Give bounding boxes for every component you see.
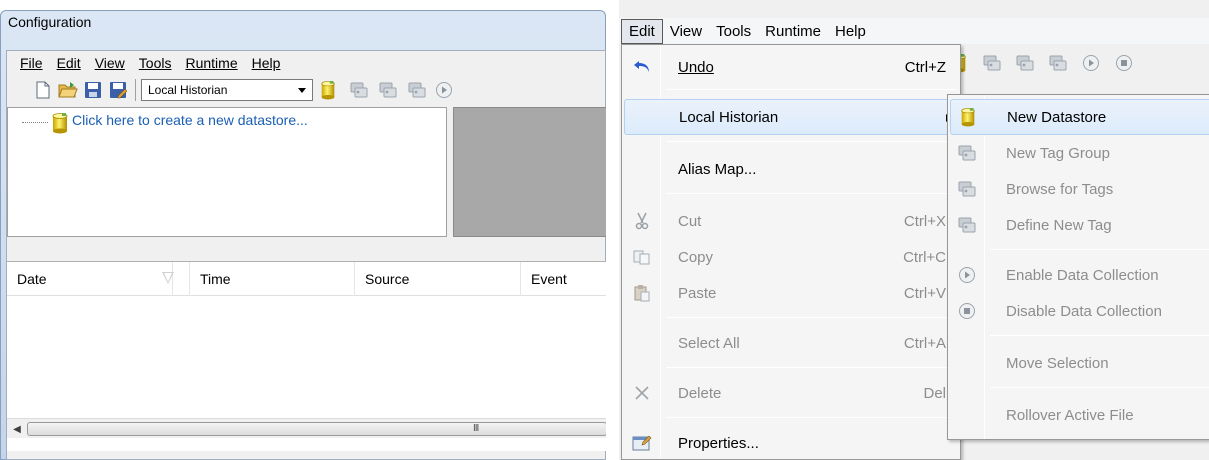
- paste-icon: [624, 275, 660, 311]
- menu-item-alias-map[interactable]: Alias Map...: [624, 151, 958, 187]
- datastore-select[interactable]: Local Historian: [141, 79, 313, 101]
- toolbar: [949, 48, 1139, 78]
- datastore-icon: [50, 112, 70, 134]
- play-icon[interactable]: [434, 80, 454, 100]
- scroll-left-icon[interactable]: ◀: [9, 421, 25, 437]
- menu-separator: [666, 417, 956, 418]
- menu-edit[interactable]: Edit: [621, 18, 663, 44]
- scissors-icon: [624, 203, 660, 239]
- scrollbar-grip: III: [473, 423, 479, 434]
- menu-item-define-new-tag[interactable]: Define New Tag: [950, 207, 1209, 243]
- menu-bar: File Edit View Tools Runtime Help: [7, 51, 605, 75]
- menu-separator: [990, 387, 1209, 388]
- menu-runtime[interactable]: Runtime: [758, 20, 828, 43]
- menu-item-enable-data-collection[interactable]: Enable Data Collection: [950, 257, 1209, 293]
- play-icon[interactable]: [1081, 53, 1101, 73]
- new-icon[interactable]: [33, 80, 53, 100]
- stop-icon: [950, 293, 984, 329]
- sort-descending-icon: [162, 272, 174, 284]
- save-as-icon[interactable]: [108, 80, 128, 100]
- menu-tools[interactable]: Tools: [709, 20, 758, 43]
- configuration-window-menu-open: Edit View Tools Runtime Help Undo Ctrl+Z…: [619, 0, 1209, 460]
- tag-group-icon[interactable]: [349, 80, 369, 100]
- menu-help[interactable]: Help: [828, 20, 873, 43]
- detail-panel: [453, 107, 606, 237]
- datastore-tree[interactable]: Click here to create a new datastore...: [7, 107, 447, 237]
- local-historian-submenu: New Datastore New Tag Group Browse for T…: [947, 94, 1209, 440]
- menu-help[interactable]: Help: [245, 52, 288, 74]
- screenshot-divider: [607, 0, 619, 460]
- save-icon[interactable]: [83, 80, 103, 100]
- menu-item-copy[interactable]: Copy Ctrl+C: [624, 239, 958, 275]
- menu-separator: [666, 317, 956, 318]
- delete-x-icon: [624, 375, 660, 411]
- scrollbar-thumb[interactable]: III: [27, 422, 606, 436]
- browse-tags-icon: [950, 171, 984, 207]
- menu-separator: [666, 141, 956, 142]
- define-tag-icon[interactable]: [407, 80, 427, 100]
- window-client-area: File Edit View Tools Runtime Help Local …: [6, 50, 606, 460]
- menu-item-undo[interactable]: Undo Ctrl+Z: [624, 49, 958, 85]
- define-tag-icon[interactable]: [1048, 53, 1068, 73]
- menu-item-move-selection[interactable]: Move Selection: [950, 345, 1209, 381]
- menu-view[interactable]: View: [88, 52, 132, 74]
- menu-view[interactable]: View: [663, 20, 709, 43]
- event-log: Date Time Source Event ◀ III: [7, 261, 606, 451]
- menu-item-new-datastore[interactable]: New Datastore: [950, 99, 1209, 135]
- menu-item-browse-for-tags[interactable]: Browse for Tags: [950, 171, 1209, 207]
- menu-runtime[interactable]: Runtime: [178, 52, 244, 74]
- menu-item-local-historian[interactable]: Local Historian: [624, 99, 958, 135]
- copy-icon: [624, 239, 660, 275]
- open-folder-icon[interactable]: [58, 80, 78, 100]
- column-time[interactable]: Time: [189, 262, 355, 296]
- edit-menu: Undo Ctrl+Z Local Historian Alias Map...…: [621, 44, 961, 460]
- column-event[interactable]: Event: [521, 262, 606, 296]
- menu-separator: [666, 193, 956, 194]
- tag-group-icon[interactable]: [982, 53, 1002, 73]
- menu-separator: [990, 249, 1209, 250]
- toolbar: Local Historian: [7, 75, 605, 105]
- menu-item-cut[interactable]: Cut Ctrl+X: [624, 203, 958, 239]
- define-tag-icon: [950, 207, 984, 243]
- menu-edit[interactable]: Edit: [50, 52, 88, 74]
- menu-file[interactable]: File: [13, 52, 50, 74]
- horizontal-scrollbar[interactable]: ◀ III: [7, 418, 606, 438]
- tag-group-icon: [950, 135, 984, 171]
- stop-icon[interactable]: [1114, 53, 1134, 73]
- datastore-icon[interactable]: [318, 80, 338, 100]
- browse-tags-icon[interactable]: [378, 80, 398, 100]
- column-date[interactable]: Date: [7, 262, 173, 296]
- menu-tools[interactable]: Tools: [132, 52, 179, 74]
- toolbar-separator: [135, 79, 136, 101]
- configuration-window: Configuration File Edit View Tools Runti…: [0, 0, 606, 460]
- browse-tags-icon[interactable]: [1015, 53, 1035, 73]
- menu-item-new-tag-group[interactable]: New Tag Group: [950, 135, 1209, 171]
- menu-item-properties[interactable]: Properties...: [624, 425, 958, 460]
- status-area: [949, 448, 1209, 460]
- menu-separator: [990, 335, 1209, 336]
- window-title: Configuration: [8, 14, 92, 30]
- datastore-icon: [951, 99, 985, 135]
- column-source[interactable]: Source: [355, 262, 521, 296]
- undo-icon: [624, 49, 660, 85]
- menu-item-delete[interactable]: Delete Del: [624, 375, 958, 411]
- menu-item-disable-data-collection[interactable]: Disable Data Collection: [950, 293, 1209, 329]
- menu-item-rollover-active-file[interactable]: Rollover Active File: [950, 397, 1209, 433]
- create-datastore-link[interactable]: Click here to create a new datastore...: [72, 112, 308, 128]
- properties-icon: [624, 425, 660, 460]
- menu-item-select-all[interactable]: Select All Ctrl+A: [624, 325, 958, 361]
- event-log-header: Date Time Source Event: [7, 262, 606, 296]
- menu-separator: [666, 367, 956, 368]
- chevron-down-icon: [298, 88, 306, 93]
- menu-bar: Edit View Tools Runtime Help: [619, 18, 1209, 44]
- tree-connector: [22, 122, 48, 123]
- menu-separator: [666, 89, 956, 90]
- datastore-select-value: Local Historian: [148, 83, 228, 97]
- play-icon: [950, 257, 984, 293]
- menu-item-paste[interactable]: Paste Ctrl+V: [624, 275, 958, 311]
